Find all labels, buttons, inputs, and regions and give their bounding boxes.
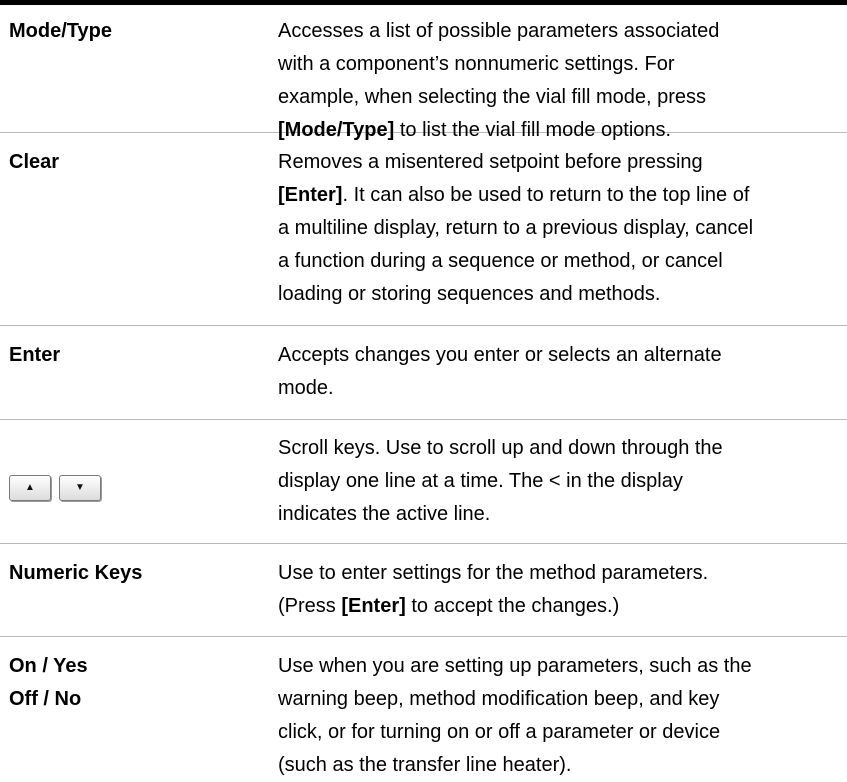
key-name: On / Yes Off / No (0, 650, 278, 752)
description-line: a multiline display, return to a previou… (278, 217, 754, 239)
key-name-on-yes: On / Yes (9, 655, 88, 677)
down-arrow-icon: ▼ (59, 474, 101, 501)
key-reference: [Enter] (278, 184, 343, 206)
scroll-key-icons: ▲ ▼ (0, 432, 278, 543)
description-line: display one line at a time. The < in the… (278, 470, 683, 492)
up-arrow-icon: ▲ (9, 474, 51, 501)
key-name-off-no: Off / No (9, 688, 82, 710)
description-line: Accesses a list of possible parameters a… (278, 20, 720, 42)
description-line: a function during a sequence or method, … (278, 250, 723, 272)
table-row-scroll-keys: ▲ ▼ Scroll keys. Use to scroll up and do… (0, 420, 847, 544)
description-line: example, when selecting the vial fill mo… (278, 86, 706, 108)
key-description: Scroll keys. Use to scroll up and down t… (278, 432, 847, 543)
description-line: Scroll keys. Use to scroll up and down t… (278, 437, 723, 459)
key-description-table: Mode/Type Accesses a list of possible pa… (0, 5, 847, 776)
description-line: click, or for turning on or off a parame… (278, 721, 721, 743)
key-description: Accepts changes you enter or selects an … (278, 339, 847, 419)
key-name: Numeric Keys (9, 562, 143, 584)
description-line: mode. (278, 377, 334, 399)
description-line: with a component’s nonnumeric settings. … (278, 53, 675, 75)
description-line: (Press [Enter] to accept the changes.) (278, 590, 807, 623)
description-line: [Enter]. It can also be used to return t… (278, 179, 807, 212)
description-line: (such as the transfer line heater). (278, 754, 572, 776)
key-name: Clear (9, 151, 60, 173)
key-name: Mode/Type (9, 20, 112, 42)
description-line: Accepts changes you enter or selects an … (278, 344, 722, 366)
key-description: Removes a misentered setpoint before pre… (278, 146, 847, 325)
key-name: Enter (9, 344, 61, 366)
description-line: Removes a misentered setpoint before pre… (278, 151, 703, 173)
key-reference: [Enter] (341, 595, 406, 617)
key-reference: [Mode/Type] (278, 119, 395, 141)
table-row-enter: Enter Accepts changes you enter or selec… (0, 326, 847, 420)
description-line: loading or storing sequences and methods… (278, 283, 661, 305)
key-description: Use to enter settings for the method par… (278, 557, 847, 636)
description-text: . It can also be used to return to the t… (342, 184, 750, 206)
table-row-mode-type: Mode/Type Accesses a list of possible pa… (0, 5, 847, 141)
table-row-clear: Clear Removes a misentered setpoint befo… (0, 133, 847, 326)
description-line: Use when you are setting up parameters, … (278, 655, 752, 677)
description-text: to list the vial fill mode options. (394, 119, 672, 141)
key-description: Accesses a list of possible parameters a… (278, 15, 847, 141)
table-row-on-off: On / Yes Off / No Use when you are setti… (0, 637, 847, 776)
description-line: [Mode/Type] to list the vial fill mode o… (278, 114, 807, 147)
description-text: to accept the changes.) (405, 595, 620, 617)
description-text: (Press (278, 595, 342, 617)
key-description: Use when you are setting up parameters, … (278, 650, 847, 776)
description-line: warning beep, method modification beep, … (278, 688, 720, 710)
table-row-numeric-keys: Numeric Keys Use to enter settings for t… (0, 544, 847, 637)
description-line: indicates the active line. (278, 503, 491, 525)
description-line: Use to enter settings for the method par… (278, 562, 709, 584)
